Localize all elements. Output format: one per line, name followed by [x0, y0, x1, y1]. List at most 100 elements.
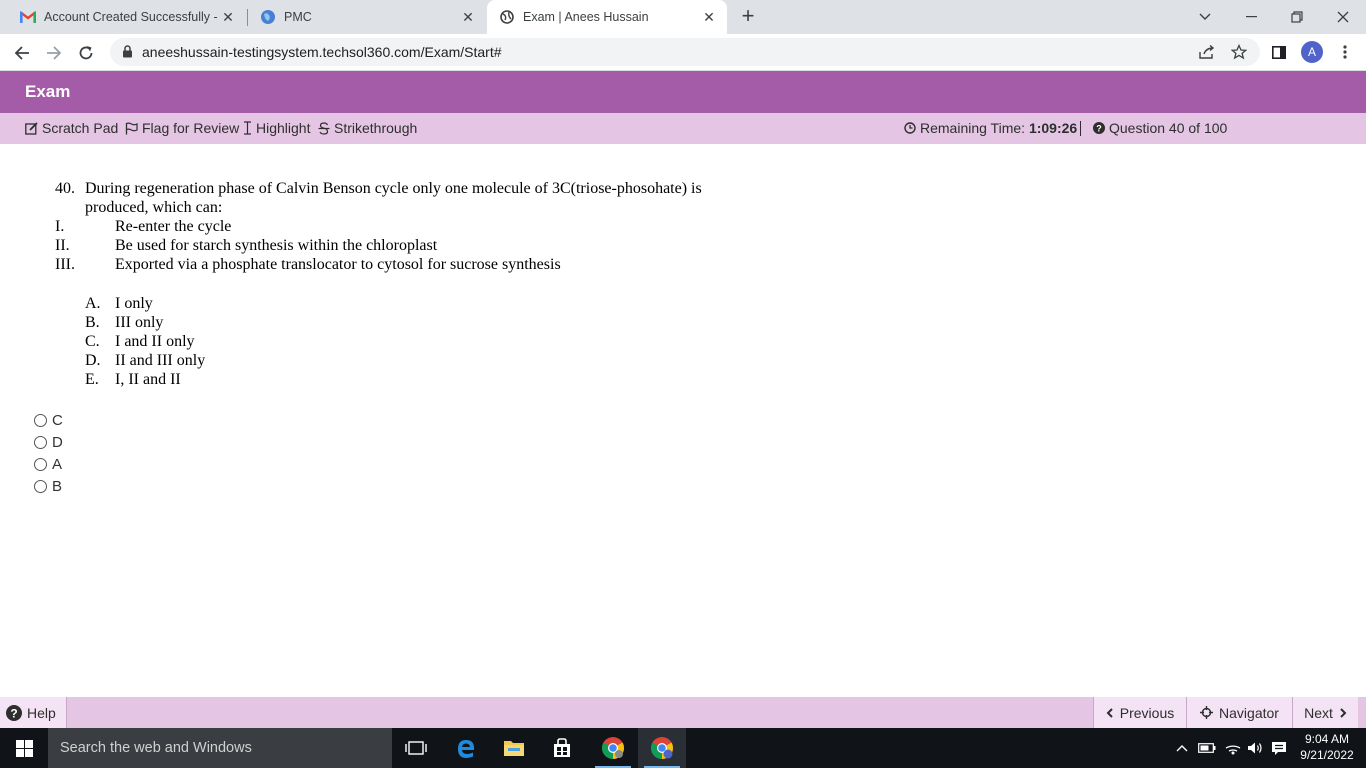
back-icon[interactable]: [8, 39, 36, 67]
exam-toolbar: Scratch Pad Flag for Review Highlight St…: [0, 113, 1366, 144]
taskbar-search-box[interactable]: Search the web and Windows: [48, 728, 392, 768]
tab-close-icon[interactable]: ✕: [460, 9, 476, 25]
answer-radio-d[interactable]: D: [34, 434, 63, 451]
strikethrough-label: Strikethrough: [334, 120, 418, 136]
option-text: I, II and II: [115, 371, 181, 388]
radio-button[interactable]: [34, 436, 47, 449]
show-hidden-icons-icon[interactable]: [1172, 728, 1192, 768]
share-icon[interactable]: [1198, 43, 1216, 61]
flag-for-review-button[interactable]: Flag for Review: [125, 120, 239, 136]
tab-search-icon[interactable]: [1182, 0, 1228, 34]
tab-title: Exam | Anees Hussain: [523, 10, 649, 24]
store-icon[interactable]: [538, 728, 586, 768]
statement-numeral: I.: [55, 218, 65, 235]
answer-label: A: [52, 456, 63, 473]
bookmark-star-icon[interactable]: [1230, 43, 1248, 61]
flag-icon: [125, 122, 138, 134]
statement-numeral: II.: [55, 237, 70, 254]
radio-button[interactable]: [34, 414, 47, 427]
tab-gmail[interactable]: Account Created Successfully - ar ✕: [0, 0, 246, 34]
new-tab-icon[interactable]: +: [737, 5, 759, 28]
next-button[interactable]: Next: [1292, 697, 1358, 728]
chrome-icon[interactable]: [589, 728, 637, 768]
option-text: I and II only: [115, 333, 195, 350]
toolbar-divider: [1080, 121, 1081, 136]
menu-dots-icon[interactable]: [1336, 43, 1354, 61]
scratch-pad-button[interactable]: Scratch Pad: [25, 120, 118, 136]
remaining-time-value: 1:09:26: [1028, 120, 1078, 136]
edit-icon: [25, 121, 38, 135]
web-icon: [499, 9, 515, 25]
tab-close-icon[interactable]: ✕: [220, 9, 236, 25]
clock-date: 9/21/2022: [1300, 748, 1354, 762]
windows-taskbar: Search the web and Windows 9:04 AM 9/21/…: [0, 728, 1366, 768]
option-text: II and III only: [115, 352, 206, 369]
answer-label: B: [52, 478, 63, 495]
text-cursor-icon: [244, 121, 251, 135]
question-stem-line-1: During regeneration phase of Calvin Bens…: [85, 180, 702, 197]
help-icon: ?: [6, 704, 22, 721]
question-counter: ? Question 40 of 100: [1093, 120, 1227, 136]
option-letter: A.: [85, 295, 101, 312]
forward-icon[interactable]: [40, 39, 68, 67]
exam-header: Exam: [0, 71, 1366, 113]
flag-for-review-label: Flag for Review: [142, 120, 240, 136]
file-explorer-icon[interactable]: [490, 728, 538, 768]
address-bar[interactable]: aneeshussain-testingsystem.techsol360.co…: [110, 38, 1260, 66]
help-label: Help: [27, 704, 56, 721]
radio-button[interactable]: [34, 480, 47, 493]
question-number: 40.: [55, 180, 75, 197]
side-panel-icon[interactable]: [1270, 43, 1288, 61]
lock-icon[interactable]: [122, 45, 133, 63]
clock-icon: [904, 122, 916, 134]
radio-button[interactable]: [34, 458, 47, 471]
option-text: I only: [115, 295, 153, 312]
tab-pmc[interactable]: PMC ✕: [240, 0, 486, 34]
svg-text:?: ?: [10, 706, 17, 720]
remaining-time: Remaining Time: 1:09:26: [904, 120, 1077, 136]
edge-icon[interactable]: [442, 728, 490, 768]
option-text: III only: [115, 314, 164, 331]
option-letter: D.: [85, 352, 101, 369]
svg-text:?: ?: [1096, 124, 1102, 134]
restore-icon[interactable]: [1274, 0, 1320, 34]
chevron-left-icon: [1106, 707, 1113, 718]
statement-text: Exported via a phosphate translocator to…: [115, 256, 561, 273]
browser-tabstrip: Account Created Successfully - ar ✕ PMC …: [0, 0, 1366, 34]
answer-label: D: [52, 434, 63, 451]
answer-radio-c[interactable]: C: [34, 412, 63, 429]
reload-icon[interactable]: [72, 39, 100, 67]
chrome-profile-icon[interactable]: [638, 728, 686, 768]
taskbar-clock[interactable]: 9:04 AM 9/21/2022: [1296, 731, 1358, 763]
clock-time: 9:04 AM: [1304, 732, 1350, 746]
tab-close-icon[interactable]: ✕: [701, 9, 717, 25]
windows-start-icon[interactable]: [0, 728, 48, 768]
notification-icon[interactable]: [1268, 728, 1290, 768]
option-letter: E.: [85, 371, 99, 388]
answer-label: C: [52, 412, 63, 429]
strikethrough-button[interactable]: Strikethrough: [318, 120, 417, 136]
globe-icon: [260, 9, 276, 25]
minimize-icon[interactable]: [1228, 0, 1274, 34]
answer-radio-b[interactable]: B: [34, 478, 62, 495]
exam-footer: ? Help Previous Navigator Next: [0, 697, 1366, 728]
navigator-button[interactable]: Navigator: [1186, 697, 1292, 728]
profile-avatar[interactable]: A: [1301, 41, 1323, 63]
url-text[interactable]: aneeshussain-testingsystem.techsol360.co…: [142, 44, 502, 60]
wifi-icon[interactable]: [1222, 728, 1244, 768]
highlight-button[interactable]: Highlight: [243, 120, 310, 136]
close-window-icon[interactable]: [1320, 0, 1366, 34]
answer-radio-a[interactable]: A: [34, 456, 62, 473]
volume-icon[interactable]: [1244, 728, 1266, 768]
battery-icon[interactable]: [1196, 728, 1218, 768]
option-letter: B.: [85, 314, 100, 331]
task-view-icon[interactable]: [392, 728, 440, 768]
question-circle-icon: ?: [1093, 122, 1105, 134]
tab-exam[interactable]: Exam | Anees Hussain ✕: [487, 0, 727, 34]
remaining-time-label: Remaining Time:: [920, 120, 1026, 136]
exam-title: Exam: [25, 82, 71, 101]
gmail-icon: [20, 9, 36, 25]
previous-button[interactable]: Previous: [1093, 697, 1186, 728]
question-counter-text: Question 40 of 100: [1109, 120, 1228, 136]
help-button[interactable]: ? Help: [0, 697, 67, 728]
